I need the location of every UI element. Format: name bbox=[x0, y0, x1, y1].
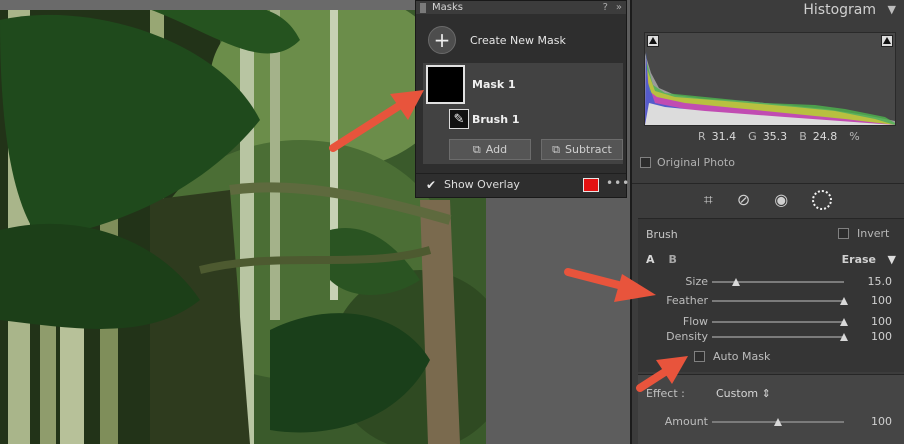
effect-dropdown[interactable]: Custom ⇕ bbox=[716, 387, 771, 400]
density-value[interactable]: 100 bbox=[858, 330, 892, 343]
histogram-graph bbox=[644, 32, 896, 126]
percent-label: % bbox=[849, 130, 860, 143]
tool-strip: ⌗ ⊘ ◉ bbox=[632, 183, 904, 215]
effect-section: Effect : Custom ⇕ Amount 100 bbox=[638, 374, 904, 444]
flow-label: Flow bbox=[682, 315, 708, 328]
highlight-clipping-icon[interactable] bbox=[881, 35, 893, 47]
mask-thumbnail[interactable] bbox=[426, 65, 465, 104]
density-slider[interactable] bbox=[712, 333, 848, 341]
original-photo-row: Original Photo bbox=[640, 156, 735, 169]
masks-panel-title: Masks bbox=[432, 2, 463, 13]
flow-value[interactable]: 100 bbox=[858, 315, 892, 328]
show-overlay-checkbox[interactable]: ✔ bbox=[426, 179, 438, 191]
brush-ab-row: A B Erase ▼ bbox=[646, 253, 896, 266]
crop-icon[interactable]: ⌗ bbox=[704, 190, 713, 210]
auto-mask-checkbox[interactable] bbox=[694, 351, 705, 362]
subtract-button[interactable]: ⧉ Subtract bbox=[541, 139, 623, 160]
canvas-top-strip bbox=[0, 0, 420, 10]
size-slider-row: Size 15.0 bbox=[638, 275, 904, 289]
create-new-mask-button[interactable]: + Create New Mask bbox=[416, 21, 626, 59]
feather-value[interactable]: 100 bbox=[858, 294, 892, 307]
b-value: 24.8 bbox=[812, 130, 838, 143]
masks-panel: Masks ? » + Create New Mask Mask 1 ✎ Bru… bbox=[415, 0, 629, 198]
r-value: 31.4 bbox=[711, 130, 737, 143]
feather-slider[interactable] bbox=[712, 297, 848, 305]
show-overlay-row: ✔ Show Overlay ••• bbox=[416, 173, 629, 195]
collapse-arrow-icon[interactable]: ▼ bbox=[888, 3, 896, 16]
size-value[interactable]: 15.0 bbox=[858, 275, 893, 288]
feather-slider-row: Feather 100 bbox=[638, 294, 904, 308]
brush-b-tab[interactable]: B bbox=[669, 253, 677, 266]
red-eye-icon[interactable]: ◉ bbox=[774, 190, 788, 209]
mask-group: Mask 1 ✎ Brush 1 ⧉ Add ⧉ Subtract bbox=[423, 63, 623, 164]
amount-label: Amount bbox=[664, 415, 708, 428]
brush-title: Brush bbox=[646, 228, 678, 241]
plus-icon: + bbox=[428, 26, 456, 54]
photo-canvas[interactable] bbox=[0, 0, 486, 444]
invert-label: Invert bbox=[857, 227, 890, 240]
shadow-clipping-icon[interactable] bbox=[647, 35, 659, 47]
dropdown-updown-icon: ⇕ bbox=[761, 387, 771, 400]
amount-slider-thumb[interactable] bbox=[774, 418, 782, 426]
original-photo-checkbox[interactable] bbox=[640, 157, 651, 168]
amount-slider[interactable] bbox=[712, 418, 844, 426]
right-panel: Histogram ▼ R 31.4 G 35.3 B 24.8 % Origi… bbox=[630, 0, 904, 444]
brush-thumbnail-icon[interactable]: ✎ bbox=[449, 109, 469, 129]
drag-grip-icon[interactable] bbox=[420, 2, 426, 13]
amount-slider-row: Amount 100 bbox=[638, 415, 904, 429]
help-icon[interactable]: ? bbox=[603, 2, 608, 13]
histogram-title[interactable]: Histogram bbox=[803, 2, 876, 18]
flow-slider-thumb[interactable] bbox=[840, 318, 848, 326]
add-mask-icon: ⧉ bbox=[472, 142, 481, 156]
add-button-label: Add bbox=[485, 143, 508, 156]
mask-name[interactable]: Mask 1 bbox=[472, 78, 516, 91]
feather-label: Feather bbox=[666, 294, 708, 307]
flow-slider-row: Flow 100 bbox=[638, 315, 904, 329]
show-overlay-label: Show Overlay bbox=[444, 178, 520, 191]
size-slider[interactable] bbox=[712, 278, 844, 286]
b-label: B bbox=[799, 130, 807, 143]
expand-icon[interactable]: » bbox=[616, 2, 622, 13]
mask-icon[interactable] bbox=[812, 189, 833, 210]
density-slider-row: Density 100 bbox=[638, 330, 904, 344]
effect-value: Custom bbox=[716, 387, 759, 400]
photo-image bbox=[0, 0, 486, 444]
g-label: G bbox=[748, 130, 757, 143]
add-button[interactable]: ⧉ Add bbox=[449, 139, 531, 160]
heal-icon[interactable]: ⊘ bbox=[737, 190, 750, 209]
auto-mask-label: Auto Mask bbox=[713, 350, 771, 363]
brush-a-tab[interactable]: A bbox=[646, 253, 655, 266]
more-options-icon[interactable]: ••• bbox=[606, 176, 630, 190]
brush-section: Brush Invert A B Erase ▼ Size 15.0 Feath… bbox=[638, 218, 904, 372]
size-slider-thumb[interactable] bbox=[731, 278, 740, 286]
histogram-curves bbox=[645, 51, 895, 125]
amount-value[interactable]: 100 bbox=[858, 415, 892, 428]
size-label: Size bbox=[685, 275, 708, 288]
masks-panel-header[interactable]: Masks ? » bbox=[416, 1, 626, 14]
brush-menu-arrow-icon[interactable]: ▼ bbox=[888, 253, 896, 266]
r-label: R bbox=[698, 130, 706, 143]
density-slider-thumb[interactable] bbox=[840, 333, 848, 341]
auto-mask-row: Auto Mask bbox=[694, 350, 770, 363]
rgb-readout: R 31.4 G 35.3 B 24.8 % bbox=[698, 130, 860, 143]
subtract-mask-icon: ⧉ bbox=[552, 142, 560, 156]
erase-tab[interactable]: Erase bbox=[842, 253, 876, 266]
feather-slider-thumb[interactable] bbox=[840, 297, 848, 305]
subtract-button-label: Subtract bbox=[564, 143, 612, 156]
brush-name[interactable]: Brush 1 bbox=[472, 113, 520, 126]
overlay-color-swatch[interactable] bbox=[583, 178, 599, 192]
create-new-mask-label: Create New Mask bbox=[470, 33, 566, 47]
invert-checkbox[interactable] bbox=[838, 228, 849, 239]
effect-label: Effect : bbox=[646, 387, 685, 400]
flow-slider[interactable] bbox=[712, 318, 848, 326]
original-photo-label: Original Photo bbox=[657, 156, 735, 169]
g-value: 35.3 bbox=[762, 130, 788, 143]
density-label: Density bbox=[666, 330, 708, 343]
invert-row: Invert bbox=[838, 227, 889, 240]
